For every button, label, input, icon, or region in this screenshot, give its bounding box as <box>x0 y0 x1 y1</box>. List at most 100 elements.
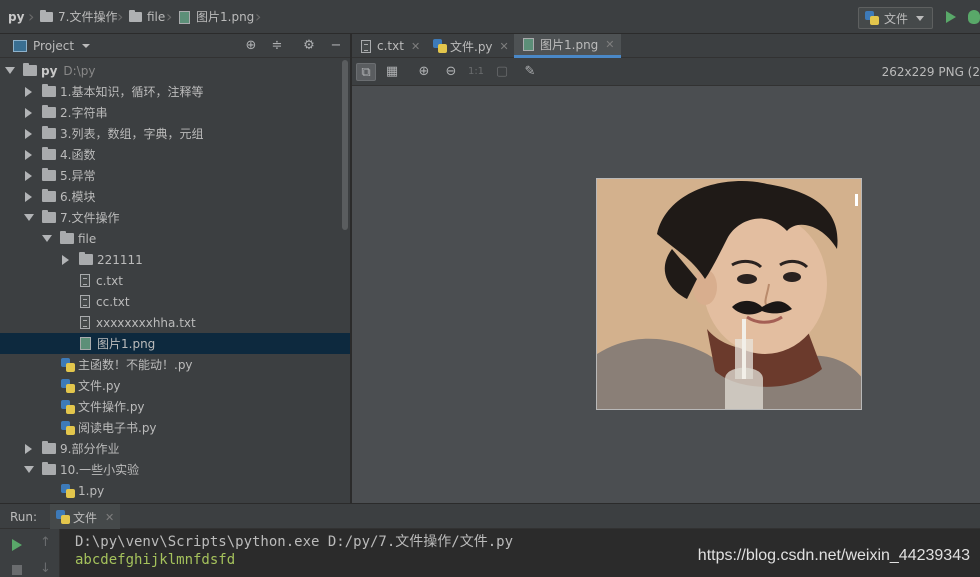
image-info: 262x229 PNG (2 <box>881 65 980 79</box>
tree-item-label: 1.基本知识，循环，注释等 <box>60 85 204 99</box>
tree-item-label: c.txt <box>96 273 123 288</box>
breadcrumb-file[interactable]: 图片1.png <box>179 0 254 34</box>
project-icon <box>13 40 27 52</box>
tree-item-label: 阅读电子书.py <box>78 421 157 435</box>
tree-item-file[interactable]: 文件.py <box>0 375 350 396</box>
tree-item-label: 4.函数 <box>60 148 96 162</box>
run-configuration-select[interactable]: 文件 <box>858 7 933 29</box>
zoom-out-icon[interactable]: ⊖ <box>441 63 461 81</box>
chevron-down-icon <box>82 44 91 48</box>
close-icon[interactable]: ✕ <box>500 40 509 53</box>
close-icon[interactable]: ✕ <box>605 38 614 51</box>
image-viewer <box>352 86 980 503</box>
project-tree-scrollbar[interactable] <box>342 60 348 230</box>
tree-item-folder[interactable]: 6.模块 <box>0 186 350 207</box>
tree-item-file[interactable]: 文件操作.py <box>0 396 350 417</box>
tree-item-py[interactable]: py D:\py <box>0 60 350 81</box>
locate-icon[interactable]: ⊕ <box>244 39 258 53</box>
image-editor-toolbar: ⧉ ▦ ⊕ ⊖ 1:1 ▢ ✎ 262x229 PNG (2 <box>352 58 980 86</box>
folder-icon <box>42 210 56 223</box>
breadcrumb-separator: › <box>28 7 35 26</box>
tree-item-label: 9.部分作业 <box>60 442 120 456</box>
arrow-up-icon[interactable]: ↑ <box>40 535 51 550</box>
arrow-down-icon[interactable]: ↓ <box>40 561 51 576</box>
tree-item-folder[interactable]: 4.函数 <box>0 144 350 165</box>
hide-panel-icon[interactable]: − <box>329 39 343 53</box>
run-button[interactable] <box>946 11 956 23</box>
tab-image-png[interactable]: 图片1.png ✕ <box>514 34 621 58</box>
tree-item-folder[interactable]: file <box>0 228 350 249</box>
tree-item-label: xxxxxxxxhha.txt <box>96 315 196 330</box>
folder-icon <box>42 168 56 181</box>
close-icon[interactable]: ✕ <box>411 40 420 53</box>
tree-item-folder[interactable]: 221111 <box>0 249 350 270</box>
python-file-icon <box>56 510 70 524</box>
folder-icon <box>42 147 56 160</box>
tree-item-file[interactable]: xxxxxxxxhha.txt <box>0 312 350 333</box>
stop-icon[interactable] <box>12 565 22 575</box>
tree-item-label: 10.一些小实验 <box>60 463 140 477</box>
collapse-all-icon[interactable]: ≑ <box>270 39 284 53</box>
tree-item-folder[interactable]: 10.一些小实验 <box>0 459 350 480</box>
run-configuration-label: 文件 <box>884 11 909 26</box>
tree-item-file[interactable]: cc.txt <box>0 291 350 312</box>
collapsed-arrow-icon <box>25 170 32 181</box>
debug-button[interactable] <box>968 10 980 24</box>
tree-item-folder[interactable]: 3.列表，数组，字典，元组 <box>0 123 350 144</box>
tree-item-folder[interactable]: 5.异常 <box>0 165 350 186</box>
tree-item-label: 2.字符串 <box>60 106 108 120</box>
collapsed-arrow-icon <box>25 107 32 118</box>
tree-item-file[interactable]: 主函数！不能动！.py <box>0 354 350 375</box>
tab-label: 图片1.png <box>540 38 599 52</box>
tree-item-file[interactable]: 阅读电子书.py <box>0 417 350 438</box>
collapsed-arrow-icon <box>62 254 69 265</box>
tab-wenjian-py[interactable]: 文件.py ✕ <box>424 34 514 58</box>
console-output-line: abcdefghijklmnfdsfd <box>75 552 236 568</box>
tree-item-label: py <box>41 63 58 78</box>
collapsed-arrow-icon <box>25 443 32 454</box>
gear-icon[interactable]: ⚙ <box>302 39 316 53</box>
run-tab[interactable]: 文件 ✕ <box>50 504 121 530</box>
collapsed-arrow-icon <box>25 128 32 139</box>
breadcrumb-folder-file[interactable]: file <box>129 0 165 34</box>
project-tree: py D:\py 1.基本知识，循环，注释等 2.字符串 3.列表，数组，字典，… <box>0 58 350 502</box>
tree-item-file[interactable]: 1.py <box>0 480 350 501</box>
tree-item-folder[interactable]: 2.字符串 <box>0 102 350 123</box>
close-icon[interactable]: ✕ <box>105 511 114 524</box>
tree-item-folder[interactable]: 9.部分作业 <box>0 438 350 459</box>
color-picker-icon[interactable]: ✎ <box>520 63 540 81</box>
text-file-icon <box>80 316 90 329</box>
folder-icon <box>42 105 56 118</box>
project-view-selector[interactable]: Project <box>13 34 91 58</box>
tab-c-txt[interactable]: c.txt ✕ <box>352 34 424 58</box>
run-panel-header: Run: 文件 ✕ <box>0 503 980 530</box>
python-file-icon <box>61 378 75 393</box>
console-output[interactable]: D:\py\venv\Scripts\python.exe D:/py/7.文件… <box>60 529 980 577</box>
breadcrumb-project[interactable]: py <box>8 0 24 34</box>
folder-icon <box>129 10 142 22</box>
tree-item-file[interactable]: c.txt <box>0 270 350 291</box>
tree-item-folder[interactable]: 7.文件操作 <box>0 207 350 228</box>
rerun-icon[interactable] <box>12 539 22 551</box>
run-tab-label: 文件 <box>73 510 98 525</box>
tree-item-label: 文件.py <box>78 379 121 393</box>
actual-size-icon: 1:1 <box>467 66 485 77</box>
folder-icon <box>42 189 56 202</box>
tree-item-label: 1.py <box>78 483 105 498</box>
project-title: Project <box>33 39 75 53</box>
breadcrumb-folder-7[interactable]: 7.文件操作 <box>40 0 117 34</box>
chevron-down-icon <box>916 15 925 21</box>
grid-icon[interactable]: ▦ <box>382 63 402 81</box>
tree-item-label: 图片1.png <box>97 337 156 351</box>
folder-icon <box>42 462 56 475</box>
tab-label: c.txt <box>377 39 404 53</box>
python-file-icon <box>433 39 447 53</box>
expanded-arrow-icon <box>5 67 15 74</box>
collapsed-arrow-icon <box>25 191 32 202</box>
chessboard-icon[interactable]: ⧉ <box>356 63 376 81</box>
tree-item-folder[interactable]: 1.基本知识，循环，注释等 <box>0 81 350 102</box>
project-panel-header: Project ⊕ ≑ ⚙ − <box>0 34 350 58</box>
breadcrumb-folder-file-label: file <box>147 10 166 24</box>
tree-item-file-selected[interactable]: 图片1.png <box>0 333 350 354</box>
zoom-in-icon[interactable]: ⊕ <box>414 63 434 81</box>
